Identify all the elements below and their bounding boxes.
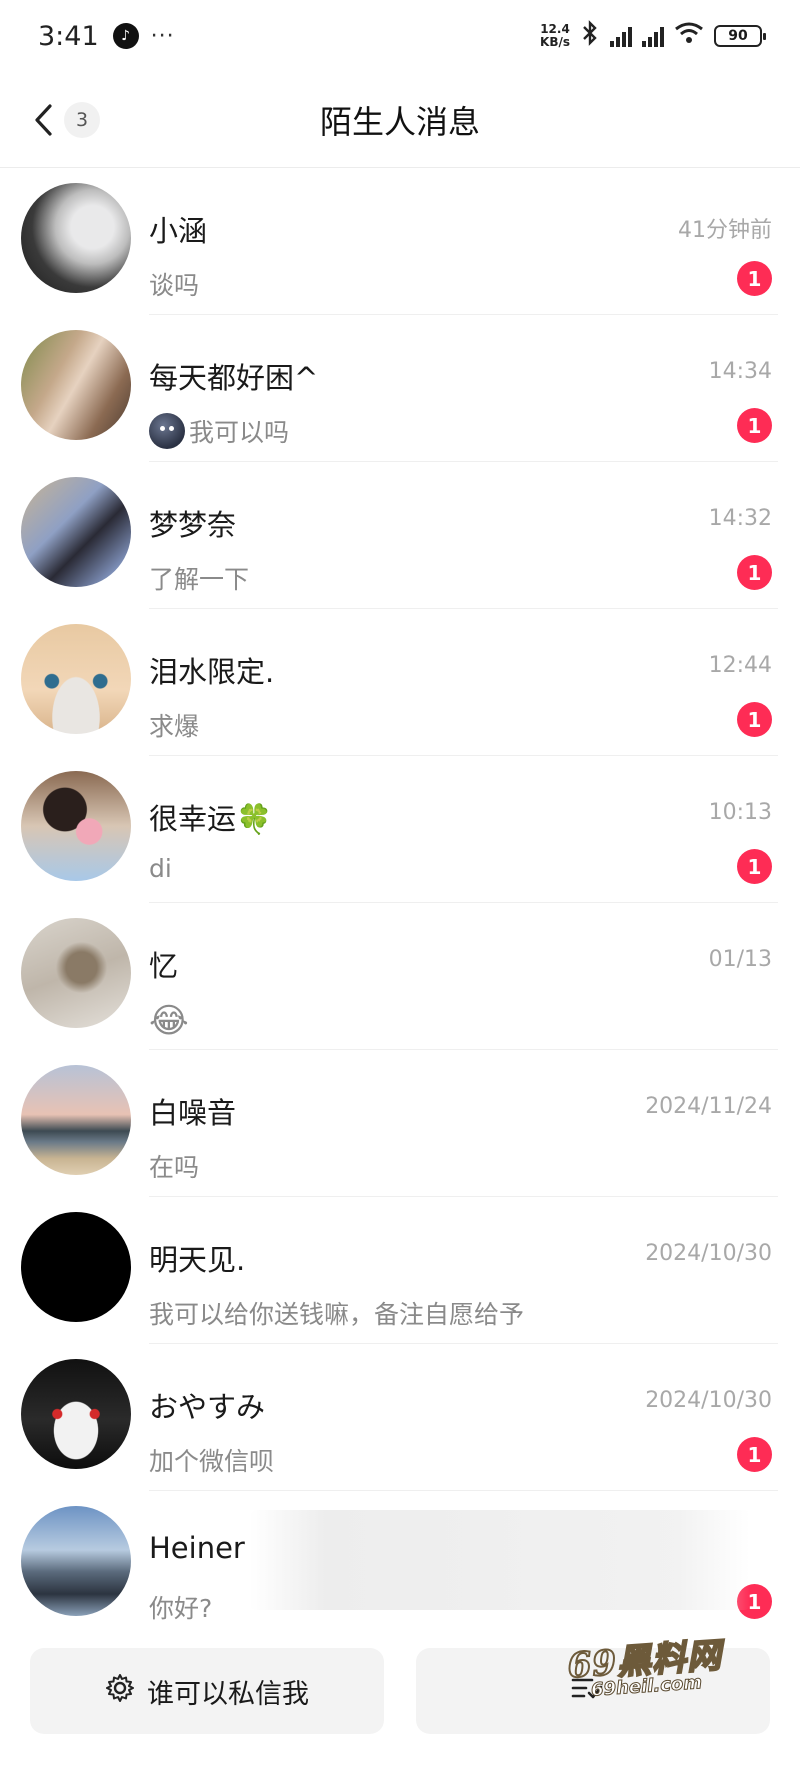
- chat-time: 14:34: [708, 359, 772, 384]
- blob-emoji-icon: [149, 413, 185, 449]
- chat-row-body: 忆 01/13 😂: [149, 903, 778, 1050]
- back-button[interactable]: 3: [28, 94, 100, 146]
- chat-time: 12:44: [708, 653, 772, 678]
- bluetooth-icon: [580, 20, 600, 52]
- avatar[interactable]: [21, 1212, 131, 1322]
- chat-name: 小涵: [149, 214, 208, 248]
- chat-time: 2024/10/30: [645, 1388, 772, 1413]
- status-time: 3:41: [38, 20, 99, 52]
- unread-badge: 1: [737, 849, 772, 884]
- unread-badge: 1: [737, 702, 772, 737]
- wifi-icon: [674, 21, 704, 51]
- chat-row-body: 每天都好困^ 14:34 我可以吗 1: [149, 315, 778, 462]
- chat-row-body: 小涵 41分钟前 谈吗 1: [149, 168, 778, 315]
- header: 3 陌生人消息: [0, 72, 800, 168]
- gear-icon: [105, 1673, 135, 1710]
- chat-time: 2024/10/30: [645, 1241, 772, 1266]
- avatar[interactable]: [21, 624, 131, 734]
- chat-name: Heiner: [149, 1531, 245, 1565]
- page-title: 陌生人消息: [319, 102, 480, 141]
- avatar[interactable]: [21, 918, 131, 1028]
- chat-row-body: 梦梦奈 14:32 了解一下 1: [149, 462, 778, 609]
- laughing-emoji-icon: 😂: [149, 1001, 189, 1041]
- unread-badge: 1: [737, 555, 772, 590]
- chat-name: 白噪音: [149, 1096, 237, 1130]
- status-bar: 3:41 ♪ ··· 12.4 KB/s 90: [0, 0, 800, 72]
- chat-preview: 了解一下: [149, 565, 250, 594]
- chat-preview-text: 我可以吗: [189, 418, 290, 447]
- chat-time: 10:13: [708, 800, 772, 825]
- more-notifications-icon: ···: [150, 23, 175, 49]
- chat-row-body: 很幸运🍀 10:13 di 1: [149, 756, 778, 903]
- tiktok-notification-icon: ♪: [112, 23, 139, 49]
- status-right: 12.4 KB/s 90: [540, 20, 766, 52]
- chat-row[interactable]: 很幸运🍀 10:13 di 1: [0, 756, 800, 903]
- back-unread-count: 3: [64, 102, 100, 138]
- chat-name: 忆: [149, 949, 179, 983]
- privacy-settings-button[interactable]: 谁可以私信我: [30, 1648, 384, 1734]
- chat-row[interactable]: 泪水限定. 12:44 求爆 1: [0, 609, 800, 756]
- chat-row[interactable]: 小涵 41分钟前 谈吗 1: [0, 168, 800, 315]
- avatar[interactable]: [21, 477, 131, 587]
- chat-row[interactable]: 白噪音 2024/11/24 在吗: [0, 1050, 800, 1197]
- chat-preview: 我可以吗: [149, 413, 289, 449]
- chat-name: 泪水限定.: [149, 655, 275, 689]
- chat-row[interactable]: 明天见. 2024/10/30 我可以给你送钱嘛，备注自愿给予: [0, 1197, 800, 1344]
- chat-time: 14:32: [708, 506, 772, 531]
- chat-row-body: 泪水限定. 12:44 求爆 1: [149, 609, 778, 756]
- unread-badge: 1: [737, 261, 772, 296]
- chat-row[interactable]: 忆 01/13 😂: [0, 903, 800, 1050]
- chat-row-body: 明天见. 2024/10/30 我可以给你送钱嘛，备注自愿给予: [149, 1197, 778, 1344]
- avatar[interactable]: [21, 771, 131, 881]
- chat-preview: 谈吗: [149, 271, 200, 300]
- chat-time: 2024/11/24: [645, 1094, 772, 1119]
- chat-preview: 你好?: [149, 1594, 213, 1623]
- chat-row[interactable]: 每天都好困^ 14:34 我可以吗 1: [0, 315, 800, 462]
- avatar[interactable]: [21, 330, 131, 440]
- unread-badge: 1: [737, 408, 772, 443]
- chat-preview: di: [149, 854, 172, 883]
- chat-preview: 求爆: [149, 712, 200, 741]
- chat-row[interactable]: おやすみ 2024/10/30 加个微信呗 1: [0, 1344, 800, 1491]
- chat-list: 小涵 41分钟前 谈吗 1 每天都好困^ 14:34 我可以吗 1 梦梦奈 14…: [0, 168, 800, 1638]
- chat-preview: 我可以给你送钱嘛，备注自愿给予: [149, 1300, 525, 1329]
- chat-name: 很幸运🍀: [149, 802, 273, 836]
- chat-preview: 在吗: [149, 1153, 200, 1182]
- signal-2-icon: [642, 25, 664, 47]
- privacy-settings-label: 谁可以私信我: [147, 1678, 309, 1710]
- unread-badge: 1: [737, 1437, 772, 1472]
- censor-smudge: [250, 1510, 750, 1610]
- chat-row[interactable]: 梦梦奈 14:32 了解一下 1: [0, 462, 800, 609]
- avatar[interactable]: [21, 1065, 131, 1175]
- battery-icon: 90: [714, 25, 766, 47]
- chat-preview: 加个微信呗: [149, 1447, 275, 1476]
- watermark-logo: 69黑料网 69heil.com: [528, 1619, 763, 1710]
- chat-row-body: 白噪音 2024/11/24 在吗: [149, 1050, 778, 1197]
- network-speed-unit: KB/s: [540, 35, 570, 49]
- chat-name: 梦梦奈: [149, 508, 237, 542]
- chat-name: 每天都好困^: [149, 361, 319, 395]
- avatar[interactable]: [21, 1506, 131, 1616]
- chat-row-body: おやすみ 2024/10/30 加个微信呗 1: [149, 1344, 778, 1491]
- chat-time: 01/13: [708, 947, 772, 972]
- avatar[interactable]: [21, 1359, 131, 1469]
- network-speed: 12.4 KB/s: [540, 23, 570, 49]
- chat-name: 明天见.: [149, 1243, 246, 1277]
- chevron-left-icon: [28, 100, 58, 140]
- chat-time: 41分钟前: [678, 218, 772, 243]
- signal-1-icon: [610, 25, 632, 47]
- chat-name: おやすみ: [149, 1390, 266, 1424]
- avatar[interactable]: [21, 183, 131, 293]
